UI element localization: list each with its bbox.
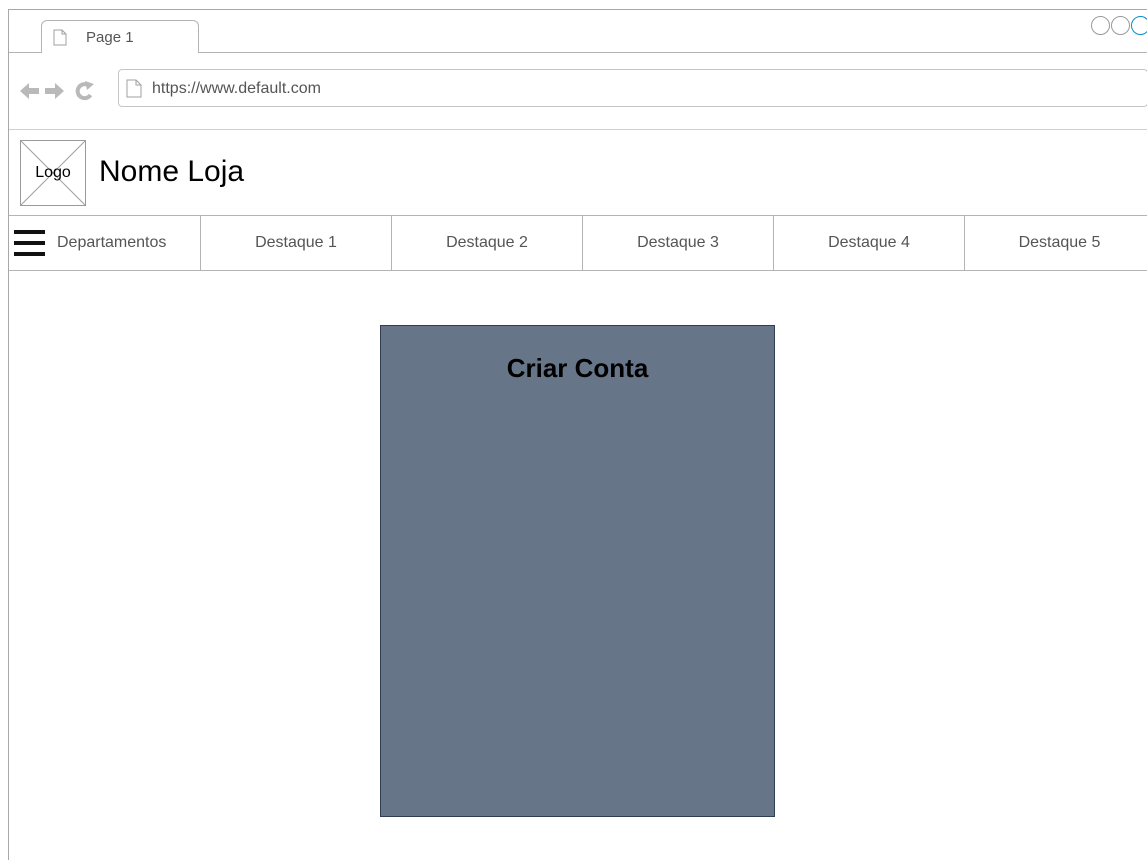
menu-item-destaque-2[interactable]: Destaque 2 (392, 216, 583, 270)
menu-item-destaque-4[interactable]: Destaque 4 (774, 216, 965, 270)
departments-label: Departamentos (57, 234, 167, 251)
store-name: Nome Loja (99, 155, 245, 188)
back-arrow-icon[interactable] (20, 83, 39, 99)
logo[interactable]: Logo (20, 140, 86, 206)
address-bar[interactable]: https://www.default.com (118, 69, 1147, 107)
tab-label: Page 1 (86, 29, 134, 46)
reload-icon[interactable] (75, 81, 94, 101)
browser-tab[interactable]: Page 1 (41, 20, 199, 53)
url-text: https://www.default.com (152, 80, 321, 97)
menu-bar: Departamentos Destaque 1 Destaque 2 Dest… (9, 215, 1147, 271)
browser-window: Page 1 https://www.default.com Logo Nome… (8, 9, 1147, 860)
page-icon (126, 79, 142, 103)
navigation-buttons (19, 80, 99, 107)
hamburger-menu-icon (14, 230, 45, 256)
window-controls (1091, 16, 1147, 35)
card-title: Criar Conta (506, 353, 649, 383)
departments-menu[interactable]: Departamentos (9, 216, 201, 270)
maximize-icon[interactable] (1111, 16, 1130, 35)
create-account-panel: Criar Conta (380, 325, 775, 817)
menu-item-destaque-5[interactable]: Destaque 5 (965, 216, 1147, 270)
menu-item-destaque-3[interactable]: Destaque 3 (583, 216, 774, 270)
menu-item-destaque-1[interactable]: Destaque 1 (201, 216, 392, 270)
minimize-icon[interactable] (1091, 16, 1110, 35)
close-icon[interactable] (1131, 16, 1147, 35)
toolbar-divider (9, 129, 1147, 130)
logo-label: Logo (35, 164, 71, 181)
forward-arrow-icon[interactable] (45, 83, 64, 99)
page-icon (53, 29, 67, 51)
